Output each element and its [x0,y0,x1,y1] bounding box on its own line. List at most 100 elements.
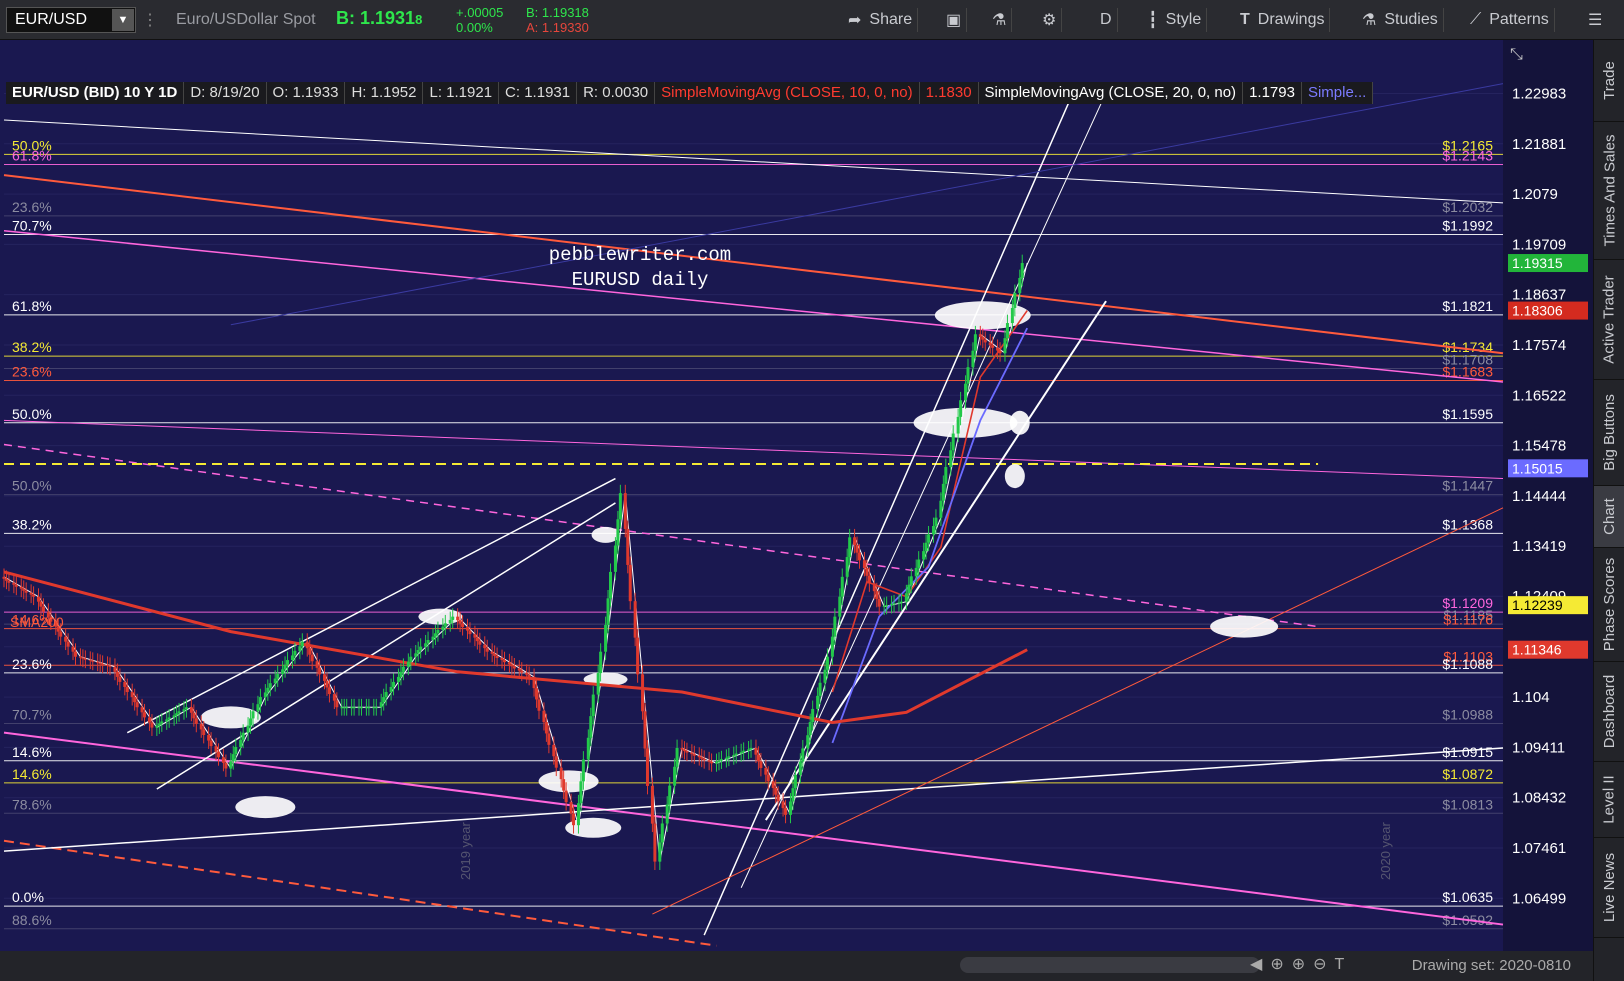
zoom-in-icon[interactable]: ⊕ [1292,956,1313,973]
info-sma20[interactable]: SimpleMovingAvg (CLOSE, 20, 0, no) [978,82,1244,104]
candle-body [599,651,603,674]
tab-trade-label: Trade [1601,61,1619,100]
right-sidebar: Trade Times And Sales Active Trader Big … [1593,40,1624,981]
patterns-button[interactable]: ⟋ Patterns [1470,0,1555,40]
candle-body [756,754,760,762]
candle-body [241,732,245,740]
candle-body [133,697,137,703]
gear-icon: ⚙ [1042,12,1057,29]
candle-body [379,702,383,708]
fib-pct-label-15: 23.6% [12,656,52,672]
fib-pct-label-9: 50.0% [12,478,52,494]
candle-body [586,737,590,760]
zoom-controls[interactable]: ◀⊕⊕⊖T [1250,954,1352,974]
candle-body [113,666,117,672]
candle-body [732,754,736,757]
share-button[interactable]: ➦ Share [848,0,919,40]
tab-active-trader[interactable]: Active Trader [1594,260,1624,380]
text-tool-icon[interactable]: T [1335,956,1353,973]
zoom-out-icon[interactable]: ⊖ [1313,956,1334,973]
candle-body [872,583,876,592]
y-tick-label-1: 1.07461 [1512,840,1566,857]
candle-body [784,808,788,815]
candle-body [643,711,647,749]
studies-button[interactable]: ⚗ Studies [1362,0,1444,40]
fib-pct-label-3: 70.7% [12,218,52,234]
candle-body [771,781,775,789]
candle-body [115,671,119,677]
candle-body [298,646,302,651]
candle-body [569,802,573,814]
studies-label: Studies [1384,11,1438,28]
candle-body [774,788,778,795]
candle-body [589,716,593,738]
y-tick-label-11: 1.17574 [1512,337,1566,354]
tab-times-and-sales[interactable]: Times And Sales [1594,122,1624,260]
candle-body [658,842,662,862]
tab-big-buttons[interactable]: Big Buttons [1594,380,1624,486]
candle-body [618,493,622,520]
candle-body [318,667,322,675]
drawings-button[interactable]: T Drawings [1240,0,1331,40]
candle-body [941,483,945,501]
candle-body [591,694,595,717]
y-tick-label-8: 1.14444 [1512,488,1566,505]
scroll-left-icon[interactable]: ◀ [1250,956,1270,973]
fib-value-label-9: $1.1447 [1442,478,1493,494]
link-icon[interactable]: ⋮ [142,0,158,40]
candle-body [727,756,731,758]
horizontal-scrollbar[interactable] [960,957,1260,973]
candle-body [367,707,371,709]
aggregation-button[interactable]: D [1100,0,1118,40]
candle-body [922,551,926,560]
candle-body [665,804,669,824]
candle-body [426,639,430,644]
candle-body [719,759,723,761]
candle-body [382,697,386,703]
candle-body [436,629,440,634]
ask-detail: A: 1.19330 [526,20,589,35]
studies-flask-button[interactable]: ⚗ [992,0,1013,40]
bottom-bar: ◀⊕⊕⊖T Drawing set: 2020-0810 [0,951,1593,981]
cursor-mode-icon[interactable]: ⤡ [1510,46,1523,64]
highlight-ellipse-2 [1009,410,1030,435]
candle-body [697,755,701,758]
candle-body [527,674,531,677]
candle-body [401,666,405,672]
chart-area[interactable]: 50.0% $1.2165 61.8% $1.2143 23.6% $1.2032 70.7… [0,40,1593,981]
candle-body [456,616,460,621]
candle-body [983,339,987,343]
candle-body [424,643,428,647]
tab-live-news[interactable]: Live News [1594,838,1624,938]
candle-body [702,758,706,761]
tab-dashboard[interactable]: Dashboard [1594,662,1624,762]
crosshair-icon[interactable]: ⊕ [1270,956,1291,973]
info-sma-more[interactable]: Simple... [1301,82,1374,104]
price-chart[interactable]: 50.0% $1.216561.8% $1.214323.6% $1.203270.7… [0,40,1593,981]
candle-body [118,676,122,682]
fib-pct-label-21: 88.6% [12,912,52,928]
snapshot-button[interactable]: ▣ [946,0,968,40]
info-sma10[interactable]: SimpleMovingAvg (CLOSE, 10, 0, no) [655,82,920,104]
menu-icon: ☰ [1588,12,1603,29]
candle-body [315,661,319,668]
candle-body [914,567,918,577]
candle-body [626,528,630,565]
style-button[interactable]: ┇ Style [1148,0,1208,40]
candle-body [88,659,92,661]
symbol-dropdown-icon[interactable]: ▼ [112,9,134,31]
bid-detail: B: 1.19318 [526,5,589,20]
candle-body [286,660,290,665]
candle-body [596,673,600,695]
candle-body [867,575,871,584]
tab-phase-scores[interactable]: Phase Scores [1594,548,1624,662]
candle-body [840,576,844,597]
candle-body [892,603,896,605]
tab-chart[interactable]: Chart [1594,486,1624,548]
tab-trade[interactable]: Trade [1594,40,1624,122]
menu-button[interactable]: ☰ [1588,0,1602,40]
settings-button[interactable]: ⚙ [1042,0,1063,40]
tab-level-ii[interactable]: Level II [1594,762,1624,838]
candle-body [37,596,41,602]
candle-body [781,801,785,809]
